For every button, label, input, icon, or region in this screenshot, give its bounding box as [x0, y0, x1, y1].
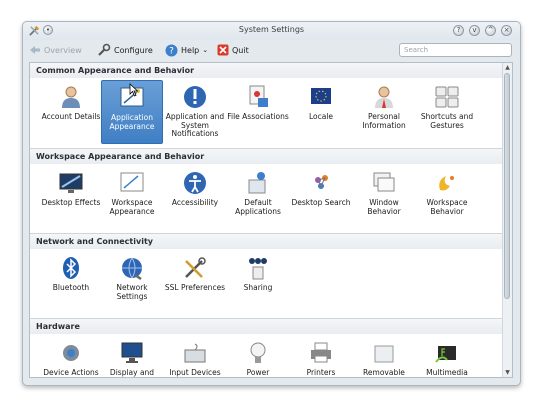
item-ssl-preferences[interactable]: SSL Preferences — [164, 251, 226, 315]
configure-button[interactable]: Configure — [97, 42, 153, 58]
network-icon — [122, 257, 142, 281]
shortcuts-icon — [435, 86, 459, 108]
group-title: Common Appearance and Behavior — [30, 63, 504, 78]
overview-label: Overview — [44, 45, 82, 55]
mouse-cursor-icon — [129, 83, 139, 97]
maximize-button[interactable]: ^ — [485, 25, 496, 36]
window-title: System Settings — [238, 25, 305, 34]
item-bluetooth[interactable]: Bluetooth — [40, 251, 102, 315]
chevron-down-icon[interactable]: ⌄ — [202, 46, 208, 54]
group-hardware: Hardware Device Actions Display and M — [30, 318, 504, 377]
window-behavior-icon — [373, 172, 395, 192]
help-window-button[interactable]: ? — [453, 25, 464, 36]
item-desktop-search[interactable]: Desktop Search — [290, 166, 352, 230]
item-file-associations[interactable]: File Associations — [227, 80, 289, 144]
configure-label: Configure — [114, 45, 153, 55]
removable-icon — [374, 345, 394, 363]
svg-text:?: ? — [169, 46, 174, 56]
item-desktop-effects[interactable]: Desktop Effects — [40, 166, 102, 230]
item-multimedia[interactable]: Multimedia — [416, 336, 478, 377]
vertical-scrollbar[interactable]: ▲ ▼ — [502, 63, 512, 377]
group-title: Network and Connectivity — [30, 233, 504, 249]
desktop-effects-icon — [59, 173, 83, 193]
user-icon — [62, 86, 80, 108]
printer-icon — [311, 342, 331, 363]
item-workspace-behavior[interactable]: Workspace Behavior — [416, 166, 478, 230]
item-default-applications[interactable]: Default Applications — [227, 166, 289, 230]
overview-button[interactable]: Overview — [29, 42, 82, 58]
system-settings-window: • System Settings ? v ^ × Overview Confi… — [22, 21, 521, 386]
accessibility-icon — [184, 172, 206, 194]
personal-info-icon — [375, 86, 393, 108]
item-power-management[interactable]: Power Management — [227, 336, 289, 377]
group-common-appearance: Common Appearance and Behavior Account D… — [30, 63, 504, 148]
item-personal-information[interactable]: Personal Information — [353, 80, 415, 144]
item-workspace-appearance[interactable]: Workspace Appearance — [101, 166, 163, 230]
device-actions-icon — [63, 345, 79, 361]
close-button[interactable]: × — [501, 25, 512, 36]
display-icon — [121, 342, 143, 363]
input-devices-icon — [184, 343, 206, 363]
toolbar: Overview Configure ? Help ⌄ Quit — [23, 40, 520, 60]
settings-content: Common Appearance and Behavior Account D… — [29, 62, 513, 378]
back-arrow-icon — [30, 46, 40, 54]
group-workspace-appearance: Workspace Appearance and Behavior Deskto… — [30, 148, 504, 234]
scroll-up-icon[interactable]: ▲ — [503, 63, 512, 72]
item-input-devices[interactable]: Input Devices — [164, 336, 226, 377]
item-shortcuts-gestures[interactable]: Shortcuts and Gestures — [416, 80, 478, 144]
item-locale[interactable]: Locale — [290, 80, 352, 144]
item-sharing[interactable]: Sharing — [227, 251, 289, 315]
item-account-details[interactable]: Account Details — [40, 80, 102, 144]
file-associations-icon — [249, 85, 268, 107]
group-network: Network and Connectivity Bluetooth Netwo… — [30, 233, 504, 319]
help-label: Help — [181, 45, 200, 55]
scrollbar-thumb[interactable] — [504, 73, 510, 299]
bluetooth-icon — [63, 257, 79, 279]
locale-icon — [311, 88, 331, 104]
minimize-button[interactable]: v — [469, 25, 480, 36]
workspace-behavior-icon — [439, 176, 454, 191]
default-apps-icon — [248, 172, 266, 194]
multimedia-icon — [435, 346, 456, 363]
item-network-settings[interactable]: Network Settings — [101, 251, 163, 315]
notification-icon — [184, 86, 206, 108]
help-button[interactable]: ? Help ⌄ — [165, 42, 208, 58]
item-printers[interactable]: Printers — [290, 336, 352, 377]
item-accessibility[interactable]: Accessibility — [164, 166, 226, 230]
wrench-icon — [98, 43, 111, 56]
group-title: Workspace Appearance and Behavior — [30, 148, 504, 164]
item-device-actions[interactable]: Device Actions — [40, 336, 102, 377]
quit-button[interactable]: Quit — [217, 42, 249, 58]
group-title: Hardware — [30, 318, 504, 334]
desktop-search-icon — [315, 175, 328, 189]
quit-label: Quit — [232, 45, 249, 55]
workspace-appearance-icon — [120, 172, 144, 192]
item-window-behavior[interactable]: Window Behavior — [353, 166, 415, 230]
title-bar[interactable]: • System Settings ? v ^ × — [23, 22, 520, 40]
item-notifications[interactable]: Application and System Notifications — [164, 80, 226, 144]
ssl-icon — [185, 257, 206, 278]
power-icon — [250, 342, 266, 363]
sharing-icon — [249, 258, 267, 280]
help-icon: ? — [165, 44, 178, 56]
scroll-down-icon[interactable]: ▼ — [503, 368, 512, 377]
search-input[interactable] — [399, 43, 512, 57]
quit-icon — [217, 44, 229, 56]
item-removable-devices[interactable]: Removable Devices — [353, 336, 415, 377]
item-display-monitor[interactable]: Display and Monitor — [101, 336, 163, 377]
